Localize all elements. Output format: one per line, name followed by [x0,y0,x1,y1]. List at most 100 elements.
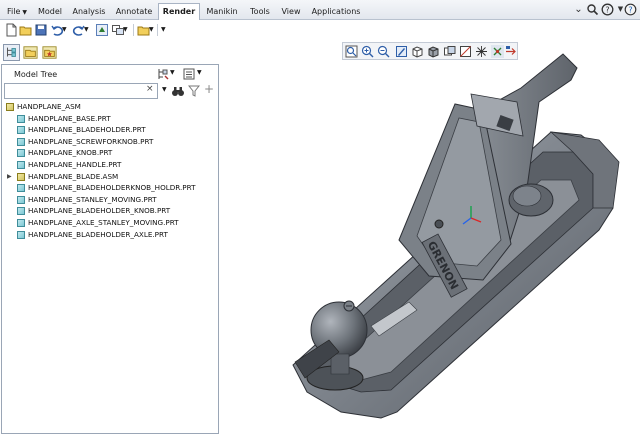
perspective-icon[interactable] [443,45,456,58]
tree-settings-icon[interactable] [156,67,170,81]
tree-item[interactable]: HANDPLANE_BLADEHOLDER.PRT [2,124,218,136]
tree-item-label: HANDPLANE_HANDLE.PRT [28,159,122,169]
part-icon [17,126,25,135]
svg-text:?: ? [628,5,632,14]
repaint-icon[interactable] [395,45,408,58]
tree-item[interactable]: HANDPLANE_ASM [2,101,218,113]
help-icon[interactable]: ? [601,3,614,16]
tree-item-label: HANDPLANE_KNOB.PRT [28,148,113,158]
graphics-toolbar [342,42,518,60]
tree-item[interactable]: HANDPLANE_AXLE_STANLEY_MOVING.PRT [2,217,218,229]
folder-browser-tab[interactable] [22,44,39,61]
tab-file-label: File [6,7,21,16]
display-style-icon[interactable] [427,45,440,58]
tab-tools[interactable]: Tools [244,3,276,20]
zoom-out-icon[interactable] [377,45,390,58]
tree-item[interactable]: HANDPLANE_STANLEY_MOVING.PRT [2,194,218,206]
tree-search-input[interactable] [4,83,158,99]
model-tree-panel: Model Tree ▼ ▼ × ▼ + HANDPLANE_ASM HANDPL… [1,64,219,434]
datum-display-icon[interactable] [475,45,488,58]
handplane-3d-model[interactable]: GRENON [221,40,640,440]
save-icon[interactable] [34,23,48,37]
model-tree-icon [7,47,16,57]
search-dropdown-chevron-icon[interactable]: ▼ [162,86,167,93]
refit-icon[interactable] [345,45,358,58]
tree-item-label: HANDPLANE_STANLEY_MOVING.PRT [28,194,157,204]
open-folder-icon[interactable] [19,23,33,37]
expand-arrow-icon[interactable]: ▶ [7,171,12,183]
part-icon [17,184,25,193]
part-icon [17,195,25,204]
customize-qat-chevron-icon[interactable]: ▼ [161,23,175,37]
favorites-icon [42,46,57,59]
tab-analysis-label: Analysis [72,7,106,16]
part-icon [17,230,25,239]
toolbar-divider [157,24,158,36]
tree-item-label: HANDPLANE_ASM [17,102,81,111]
filter-icon[interactable] [188,84,200,98]
tab-view-label: View [281,7,301,16]
tab-analysis[interactable]: Analysis [68,3,110,20]
chevron-down-icon[interactable]: ▼ [170,69,175,76]
tree-item-label: HANDPLANE_BLADE.ASM [28,171,119,181]
tree-item-label: HANDPLANE_BLADEHOLDER_AXLE.PRT [28,229,168,239]
tab-file[interactable]: File ▼ [2,3,32,20]
zoom-in-icon[interactable] [361,45,374,58]
tree-item[interactable]: HANDPLANE_BLADEHOLDER_KNOB.PRT [2,205,218,217]
toolbar-divider [133,24,134,36]
navigator-tab-bar [0,42,220,64]
part-icon [17,160,25,169]
show-columns-icon[interactable] [182,67,196,81]
regenerate-icon[interactable] [95,23,109,37]
add-icon[interactable]: + [204,82,214,96]
search-icon[interactable] [586,3,599,16]
tree-search-row: × ▼ + [4,82,216,99]
section-view-icon[interactable] [459,45,472,58]
model-tree-tools: ▼ ▼ [156,67,212,81]
tab-render[interactable]: Render [158,3,200,21]
new-file-icon[interactable] [4,23,18,37]
tab-view[interactable]: View [277,3,305,20]
favorites-tab[interactable] [41,44,58,61]
tree-item-label: HANDPLANE_BLADEHOLDER.PRT [28,125,146,135]
tab-manikin[interactable]: Manikin [201,3,243,20]
model-tree-title: Model Tree [14,70,58,79]
part-icon [17,149,25,158]
svg-text:?: ? [605,5,609,14]
tab-annotate[interactable]: Annotate [111,3,157,20]
part-icon [17,218,25,227]
part-icon [17,137,25,146]
tree-item-label: HANDPLANE_BLADEHOLDER_KNOB.PRT [28,206,171,216]
folder-browser-icon [23,46,38,59]
windows-dropdown-chevron-icon[interactable]: ▼ [123,23,137,37]
tree-item[interactable]: HANDPLANE_BLADEHOLDERKNOB_HOLDR.PRT [2,182,218,194]
chevron-down-icon[interactable]: ▼ [197,69,202,76]
model-tree-tab[interactable] [3,44,20,61]
part-icon [17,207,25,216]
tab-annotate-label: Annotate [115,7,153,16]
chevron-down-icon[interactable]: ⌄ [572,3,585,16]
tab-applications-label: Applications [311,7,361,16]
model-tree-list: HANDPLANE_ASM HANDPLANE_BASE.PRT HANDPLANE… [2,101,218,240]
tab-applications[interactable]: Applications [306,3,366,20]
tree-item[interactable]: HANDPLANE_BASE.PRT [2,113,218,125]
tree-item-label: HANDPLANE_AXLE_STANLEY_MOVING.PRT [28,217,179,227]
tree-item-label: HANDPLANE_SCREWFORKNOB.PRT [28,136,154,146]
part-icon [17,114,25,123]
spin-center-icon[interactable] [491,45,504,58]
tab-model[interactable]: Model [33,3,67,20]
saved-orientations-icon[interactable] [411,45,424,58]
tree-item[interactable]: HANDPLANE_SCREWFORKNOB.PRT [2,136,218,148]
chevron-down-icon: ▼ [22,9,27,16]
tab-tools-label: Tools [250,7,270,16]
binoculars-icon[interactable] [171,84,185,98]
tree-item[interactable]: HANDPLANE_BLADEHOLDER_AXLE.PRT [2,229,218,241]
tree-item[interactable]: HANDPLANE_HANDLE.PRT [2,159,218,171]
tab-manikin-label: Manikin [206,7,238,16]
tree-item[interactable]: ▶ HANDPLANE_BLADE.ASM [2,171,218,183]
ribbon-tab-bar: File ▼ Model Analysis Annotate Render Man… [0,0,640,21]
tree-item[interactable]: HANDPLANE_KNOB.PRT [2,147,218,159]
help-circle-icon[interactable]: ? [624,3,637,16]
annotation-display-icon[interactable] [505,45,518,58]
clear-search-icon[interactable]: × [146,84,154,94]
